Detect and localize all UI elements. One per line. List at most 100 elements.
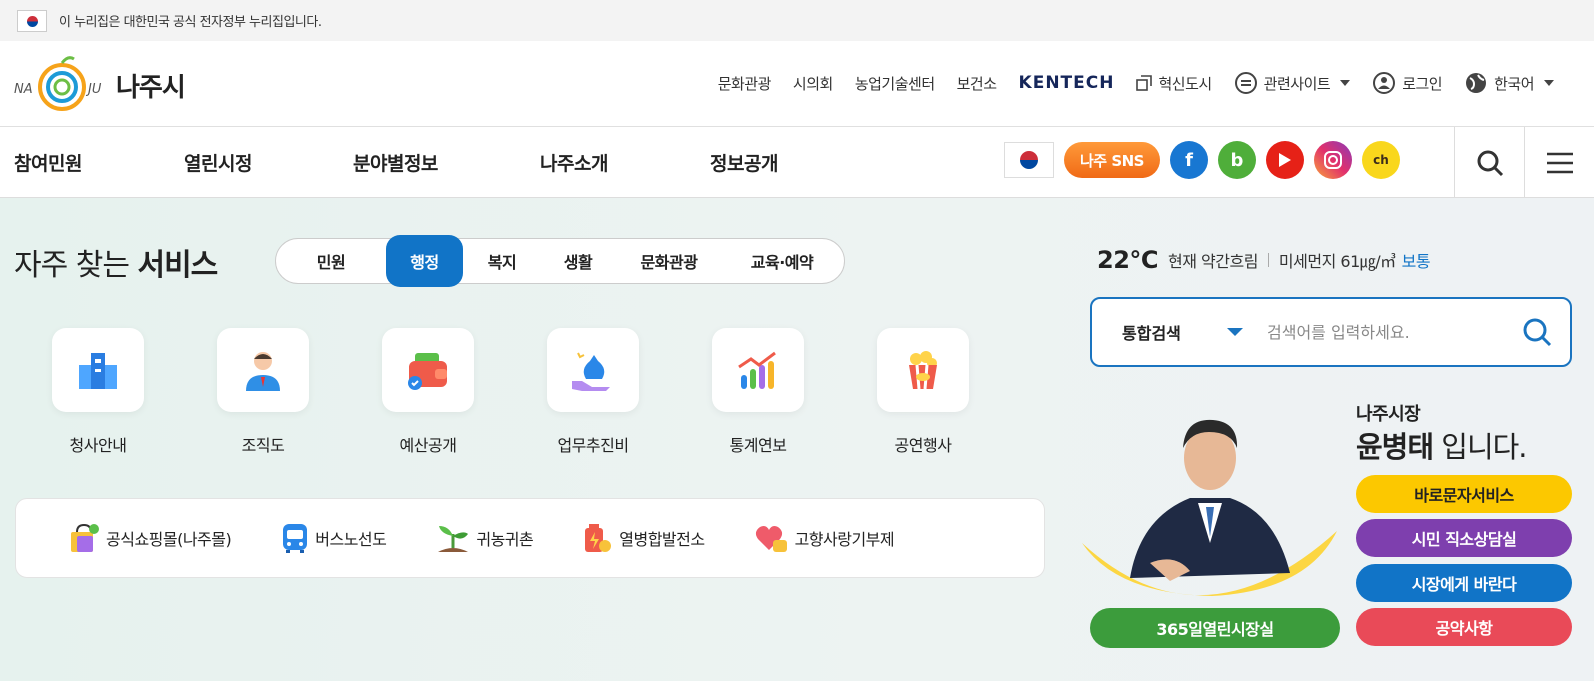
related-sites-label: 관련사이트 [1263,74,1331,93]
blog-icon[interactable]: b [1218,141,1256,179]
kentech-link[interactable]: KENTECH [1019,73,1115,93]
open-mayor-office-button[interactable]: 365일열린시장실 [1090,608,1340,648]
util-link-culture[interactable]: 문화관광 [718,73,772,94]
facebook-icon[interactable]: f [1170,141,1208,179]
quick-link-return-farming[interactable]: 귀농귀촌 [436,522,534,554]
heart-hand-icon [755,526,787,552]
bar-chart-icon [738,351,776,389]
gnb-item-open-admin[interactable]: 열린시정 [184,149,353,176]
chevron-down-icon[interactable] [1227,328,1243,336]
naju-sns-button[interactable]: 나주 SNS [1064,142,1160,178]
sms-service-button[interactable]: 바로문자서비스 [1356,475,1572,513]
quick-link-bus-route[interactable]: 버스노선도 [281,522,387,554]
weather-divider [1267,253,1269,267]
naju-pear-logo-icon: NA JU [14,56,102,111]
kakao-channel-icon[interactable]: ch [1362,141,1400,179]
quick-link-label: 고향사랑기부제 [794,530,895,549]
search-category-select[interactable]: 통합검색 [1122,320,1227,344]
tab-welfare[interactable]: 복지 [463,235,541,287]
wish-to-mayor-button[interactable]: 시장에게 바란다 [1356,564,1572,602]
search-input[interactable] [1267,322,1517,342]
quick-link-label: 공식쇼핑몰(나주몰) [106,530,232,549]
language-label: 한국어 [1494,74,1534,93]
instagram-icon[interactable] [1314,141,1352,179]
login-link[interactable]: 로그인 [1372,71,1443,95]
chevron-down-icon [1340,80,1351,86]
service-tiles: 청사안내 조직도 예산공개 업무추진비 통계연보 공연행사 [52,328,969,456]
mayor-greeting: 윤병태 입니다. [1356,424,1528,466]
tab-living[interactable]: 생활 [541,235,615,287]
main-content: 자주 찾는 서비스 민원 행정 복지 생활 문화관광 교육·예약 청사안내 조직… [0,198,1594,681]
gov-banner: 이 누리집은 대한민국 공식 전자정부 누리집입니다. [0,0,1594,41]
gnb-item-info-disclosure[interactable]: 정보공개 [710,149,778,176]
tile-building-guide[interactable]: 청사안내 [52,328,144,456]
tile-icon-box [217,328,309,412]
tile-label: 예산공개 [399,436,457,455]
tab-culture-tourism[interactable]: 문화관광 [615,235,723,287]
quick-link-hometown-donation[interactable]: 고향사랑기부제 [755,522,895,554]
related-sites-dropdown[interactable]: 관련사이트 [1234,71,1351,95]
tab-civil[interactable]: 민원 [276,235,386,287]
hamburger-icon [1546,152,1573,173]
quick-link-label: 버스노선도 [315,530,387,549]
logo-name: 나주시 [116,72,186,103]
tile-expenses[interactable]: 업무추진비 [547,328,639,456]
tile-icon-box [877,328,969,412]
tile-budget[interactable]: 예산공개 [382,328,474,456]
innovation-city-link[interactable]: 혁신도시 [1136,73,1212,94]
weather-temp: 22°C [1097,246,1159,274]
staff-person-icon [246,352,280,391]
utility-nav: 문화관광 시의회 농업기술센터 보건소 KENTECH 혁신도시 관련사이트 로… [718,71,1554,95]
quick-link-label: 열병합발전소 [619,530,705,549]
tile-statistics[interactable]: 통계연보 [712,328,804,456]
quick-link-label: 귀농귀촌 [476,530,534,549]
search-submit-button[interactable] [1522,317,1552,351]
services-title: 자주 찾는 서비스 [14,240,218,284]
tile-icon-box [382,328,474,412]
gnb-item-field-info[interactable]: 분야별정보 [353,149,540,176]
tile-icon-box [712,328,804,412]
tab-admin[interactable]: 행정 [386,235,463,287]
battery-power-icon [585,524,612,552]
search-button[interactable] [1454,127,1524,198]
youtube-icon[interactable] [1266,141,1304,179]
tile-org-chart[interactable]: 조직도 [217,328,309,456]
services-tabs: 민원 행정 복지 생활 문화관광 교육·예약 [275,235,845,287]
language-dropdown[interactable]: 한국어 [1464,71,1554,95]
tile-events[interactable]: 공연행사 [877,328,969,456]
site-logo[interactable]: NA JU 나주시 [14,55,186,115]
globe-icon [1466,73,1487,93]
quick-link-shopping-mall[interactable]: 공식쇼핑몰(나주몰) [68,522,232,554]
bus-icon [283,524,308,553]
camera-icon [1324,151,1342,169]
wallet-icon [408,353,447,390]
logo-mark-na: NA [14,82,33,97]
gov-banner-text: 이 누리집은 대한민국 공식 전자정부 누리집입니다. [59,15,322,30]
integrated-search: 통합검색 [1090,297,1572,367]
citizen-counsel-button[interactable]: 시민 직소상담실 [1356,519,1572,557]
util-link-health[interactable]: 보건소 [957,73,997,94]
korea-flag-icon[interactable] [1004,142,1054,178]
external-window-icon [1136,75,1153,91]
login-label: 로그인 [1402,74,1443,93]
tile-icon-box [547,328,639,412]
money-bag-hand-icon [572,352,610,391]
all-menu-button[interactable] [1524,127,1594,198]
pledges-button[interactable]: 공약사항 [1356,608,1572,646]
quick-link-power-plant[interactable]: 열병합발전소 [583,522,705,554]
tile-label: 조직도 [241,436,285,455]
services-title-bold: 서비스 [137,248,218,283]
util-link-council[interactable]: 시의회 [793,73,833,94]
weather-dust: 미세먼지 61㎍/㎥ [1278,252,1396,271]
kakao-channel-glyph: ch [1373,153,1389,167]
gnb-item-civil[interactable]: 참여민원 [14,149,184,176]
gnb-menu: 참여민원 열린시정 분야별정보 나주소개 정보공개 [14,127,778,198]
facebook-glyph: f [1185,149,1193,171]
util-link-agri-center[interactable]: 농업기술센터 [855,73,935,94]
tab-education-reservation[interactable]: 교육·예약 [723,235,841,287]
weather-desc: 현재 약간흐림 [1168,252,1258,271]
play-icon [1279,153,1291,167]
gnb-item-about-naju[interactable]: 나주소개 [540,149,710,176]
logo-mark-ju: JU [85,82,102,97]
sprout-icon [438,526,469,552]
